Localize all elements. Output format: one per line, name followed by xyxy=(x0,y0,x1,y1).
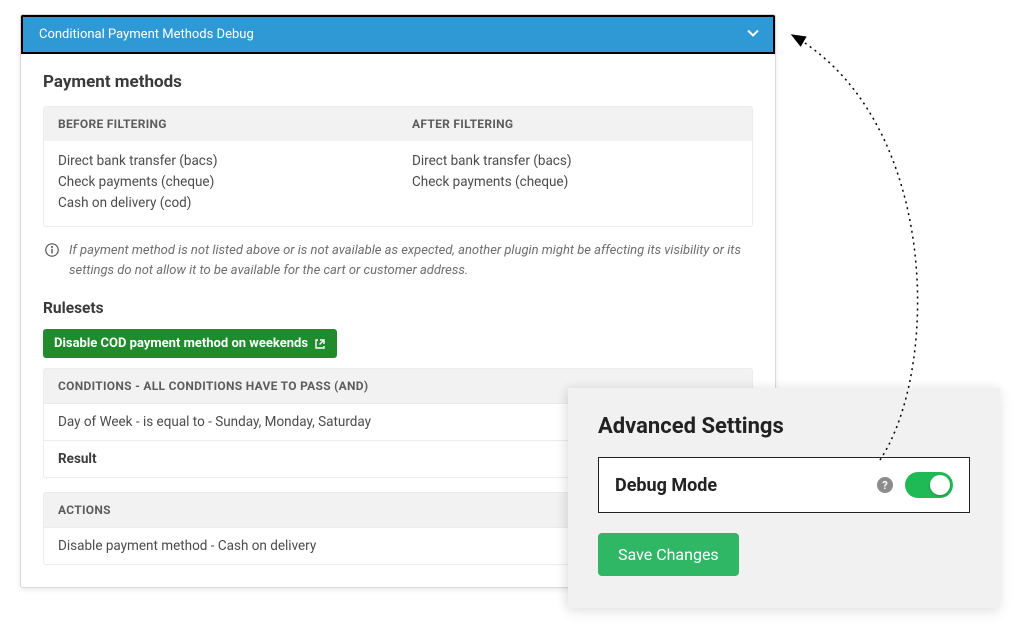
ruleset-chip[interactable]: Disable COD payment method on weekends xyxy=(43,329,337,358)
payment-methods-heading: Payment methods xyxy=(43,72,753,92)
list-item: Direct bank transfer (bacs) xyxy=(412,151,738,172)
info-note: If payment method is not listed above or… xyxy=(43,241,753,281)
debug-panel-header[interactable]: Conditional Payment Methods Debug xyxy=(21,15,775,54)
advanced-settings-title: Advanced Settings xyxy=(598,414,970,439)
before-filtering-header: BEFORE FILTERING xyxy=(44,107,398,141)
save-button[interactable]: Save Changes xyxy=(598,533,739,576)
payment-methods-table: BEFORE FILTERING AFTER FILTERING Direct … xyxy=(43,106,753,227)
debug-mode-toggle[interactable] xyxy=(905,472,953,498)
info-note-text: If payment method is not listed above or… xyxy=(69,241,753,281)
rulesets-heading: Rulesets xyxy=(43,299,753,317)
after-filtering-cell: Direct bank transfer (bacs) Check paymen… xyxy=(398,141,752,226)
list-item: Check payments (cheque) xyxy=(412,172,738,193)
debug-panel-title: Conditional Payment Methods Debug xyxy=(39,27,254,42)
advanced-settings-card: Advanced Settings Debug Mode ? Save Chan… xyxy=(568,388,1000,608)
debug-mode-row: Debug Mode ? xyxy=(598,457,970,513)
ruleset-chip-label: Disable COD payment method on weekends xyxy=(54,336,308,351)
list-item: Direct bank transfer (bacs) xyxy=(58,151,384,172)
list-item: Cash on delivery (cod) xyxy=(58,193,384,214)
help-icon[interactable]: ? xyxy=(877,477,893,493)
table-header-row: BEFORE FILTERING AFTER FILTERING xyxy=(44,107,752,141)
after-filtering-header: AFTER FILTERING xyxy=(398,107,752,141)
debug-mode-controls: ? xyxy=(877,472,953,498)
table-row: Direct bank transfer (bacs) Check paymen… xyxy=(44,141,752,226)
before-filtering-cell: Direct bank transfer (bacs) Check paymen… xyxy=(44,141,398,226)
chevron-down-icon xyxy=(745,25,761,45)
list-item: Check payments (cheque) xyxy=(58,172,384,193)
info-icon xyxy=(45,243,59,264)
external-link-icon xyxy=(314,338,326,350)
debug-mode-label: Debug Mode xyxy=(615,475,717,496)
